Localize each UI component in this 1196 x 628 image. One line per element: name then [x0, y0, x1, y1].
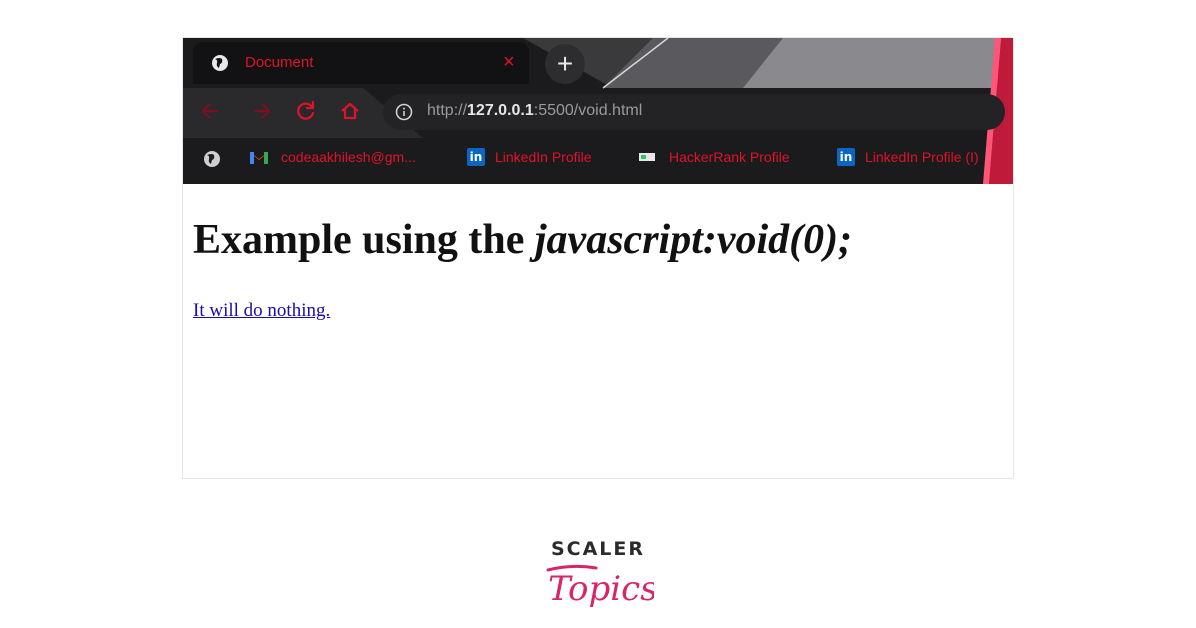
- tab-title: Document: [245, 54, 314, 71]
- heading-text: Example using the: [193, 217, 535, 263]
- bookmark-label: LinkedIn Profile (I): [865, 149, 979, 165]
- tab-close-icon[interactable]: ×: [503, 50, 515, 74]
- brand-topics-wordmark: Topics: [546, 564, 654, 609]
- hackerrank-icon: [639, 152, 655, 161]
- url-host: 127.0.0.1: [467, 102, 534, 119]
- reload-icon[interactable]: [293, 98, 319, 124]
- globe-icon: [212, 55, 228, 71]
- bookmark-label: HackerRank Profile: [669, 148, 790, 165]
- address-bar[interactable]: http://127.0.0.1:5500/void.html: [383, 94, 1005, 130]
- brand-name: SCALER: [550, 538, 646, 560]
- gmail-icon: [250, 151, 268, 164]
- plus-icon: +: [556, 48, 574, 79]
- back-arrow-icon[interactable]: [197, 98, 223, 124]
- url-path: :5500/void.html: [533, 102, 643, 119]
- linkedin-icon: in: [837, 148, 855, 166]
- bookmark-label: codeaakhilesh@gm...: [281, 148, 416, 165]
- new-tab-button[interactable]: +: [545, 44, 585, 84]
- browser-window: Document × + http://127.0.0.1:5500/void.…: [182, 37, 1014, 479]
- home-icon[interactable]: [337, 98, 363, 124]
- brand-sub: Topics: [548, 569, 654, 609]
- url-scheme: http://: [427, 102, 468, 119]
- bookmark-gmail[interactable]: codeaakhilesh@gm...: [249, 148, 416, 168]
- scaler-topics-logo: SCALER Topics: [520, 536, 676, 620]
- bookmark-hackerrank-profile[interactable]: HackerRank Profile: [639, 148, 790, 168]
- globe-icon[interactable]: [203, 149, 221, 169]
- bookmarks-bar: codeaakhilesh@gm... in LinkedIn Profile H…: [183, 138, 1013, 178]
- url-text: http://127.0.0.1:5500/void.html: [427, 102, 642, 120]
- heading-code: javascript:void(0);: [534, 217, 853, 263]
- bookmark-linkedin-profile-2[interactable]: in LinkedIn Profile (I): [837, 148, 979, 168]
- void-link[interactable]: It will do nothing.: [193, 300, 330, 322]
- tab-document[interactable]: Document ×: [193, 42, 529, 84]
- browser-chrome: Document × + http://127.0.0.1:5500/void.…: [183, 38, 1013, 184]
- bookmark-label: LinkedIn Profile: [495, 149, 592, 165]
- page-content: Example using the javascript:void(0); It…: [183, 184, 1013, 478]
- linkedin-icon: in: [467, 148, 485, 166]
- info-icon: [395, 103, 413, 121]
- bookmark-linkedin-profile[interactable]: in LinkedIn Profile: [467, 148, 592, 168]
- forward-arrow-icon[interactable]: [249, 98, 275, 124]
- page-heading: Example using the javascript:void(0);: [193, 216, 852, 264]
- toolbar: http://127.0.0.1:5500/void.html: [183, 88, 1013, 134]
